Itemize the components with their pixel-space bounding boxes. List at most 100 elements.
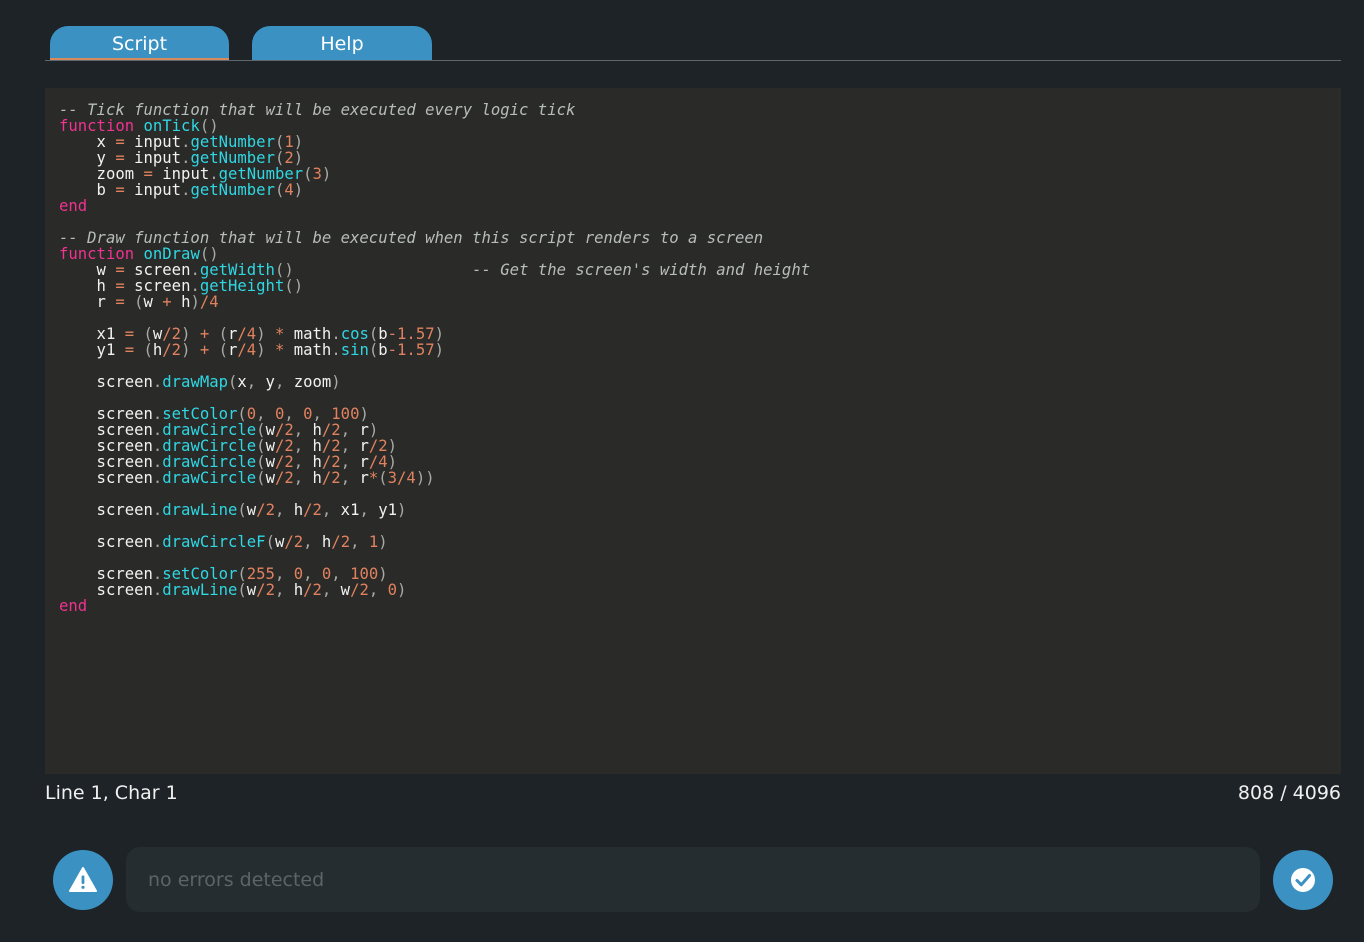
code-token: 2	[359, 581, 369, 599]
code-token: ,	[340, 469, 351, 487]
code-token: (	[368, 341, 379, 359]
code-token: /	[256, 501, 266, 519]
code-token: math	[284, 341, 332, 359]
code-token: 2	[284, 469, 294, 487]
code-token: drawLine	[162, 501, 238, 519]
code-token: sin	[340, 341, 369, 359]
code-token: zoom	[284, 373, 332, 391]
code-line: x = input.getNumber(1)	[59, 134, 810, 150]
code-token: (	[134, 293, 144, 311]
code-token: .	[331, 341, 341, 359]
code-line: screen.drawCircle(w/2, h/2, r/4)	[59, 454, 810, 470]
code-token: /	[199, 293, 210, 311]
code-token: 4	[209, 293, 219, 311]
code-token: end	[59, 197, 88, 215]
tab-help-label: Help	[320, 33, 364, 55]
code-token: .	[152, 533, 163, 551]
code-line: screen.drawCircleF(w/2, h/2, 1)	[59, 534, 810, 550]
code-token: 2	[265, 501, 275, 519]
code-line: screen.drawCircle(w/2, h/2, r/2)	[59, 438, 810, 454]
code-token: w	[143, 293, 163, 311]
code-token: -- Get the screen's width and height	[472, 261, 811, 279]
code-token: y1	[59, 341, 125, 359]
code-token: 2	[293, 533, 304, 551]
code-token: ,	[293, 469, 304, 487]
code-token: /	[321, 469, 332, 487]
code-token: (	[303, 165, 313, 183]
code-token: (	[378, 469, 388, 487]
code-token: w	[331, 581, 351, 599]
code-token: h	[284, 501, 304, 519]
code-token: =	[124, 341, 135, 359]
code-token: r	[350, 469, 369, 487]
code-token: drawLine	[162, 581, 238, 599]
tab-script[interactable]: Script	[50, 26, 229, 60]
code-line: function onDraw()	[59, 246, 810, 262]
code-token: 2	[265, 581, 275, 599]
character-count: 808 / 4096	[1237, 782, 1341, 804]
code-token: .	[152, 469, 163, 487]
code-token: h	[171, 293, 191, 311]
code-token: drawCircleF	[162, 533, 266, 551]
code-token: ,	[321, 581, 332, 599]
tabs-divider	[45, 60, 1341, 61]
code-token: w	[274, 533, 285, 551]
code-token: ,	[321, 501, 332, 519]
code-token: *	[368, 469, 379, 487]
code-editor[interactable]: -- Tick function that will be executed e…	[45, 88, 1341, 774]
code-token: 2	[340, 533, 351, 551]
code-token: ,	[274, 373, 285, 391]
code-token: =	[115, 181, 125, 199]
code-token: +	[162, 293, 172, 311]
code-text[interactable]: -- Tick function that will be executed e…	[59, 102, 810, 614]
code-token: h	[312, 533, 332, 551]
code-line: screen.drawMap(x, y, zoom)	[59, 374, 810, 390]
code-token: )	[256, 341, 266, 359]
code-token: r	[59, 293, 116, 311]
code-token: ,	[303, 533, 313, 551]
code-token: r	[228, 341, 238, 359]
code-token: input	[124, 181, 182, 199]
code-line: screen.setColor(0, 0, 0, 100)	[59, 406, 810, 422]
cursor-position: Line 1, Char 1	[45, 782, 178, 804]
code-token: h	[152, 341, 163, 359]
code-token: w	[265, 469, 275, 487]
check-icon	[1291, 868, 1315, 892]
code-token: w	[246, 581, 257, 599]
code-line: screen.drawLine(w/2, h/2, x1, y1)	[59, 502, 810, 518]
code-token: x1	[331, 501, 360, 519]
code-token: y	[256, 373, 275, 391]
code-token: /	[284, 533, 294, 551]
code-token: /	[303, 501, 313, 519]
confirm-button[interactable]	[1273, 850, 1333, 910]
code-token: x	[237, 373, 247, 391]
code-token: 4	[284, 181, 294, 199]
error-output-text: no errors detected	[148, 868, 325, 891]
code-token: ))	[415, 469, 435, 487]
code-token: (	[237, 501, 247, 519]
code-line: b = input.getNumber(4)	[59, 182, 810, 198]
code-line: zoom = input.getNumber(3)	[59, 166, 810, 182]
code-token: ,	[274, 581, 285, 599]
code-token: (	[265, 533, 275, 551]
code-token: (	[218, 341, 229, 359]
code-token: /	[303, 581, 313, 599]
code-token: ()	[284, 277, 304, 295]
code-token: 2	[331, 469, 341, 487]
code-line: -- Draw function that will be executed w…	[59, 230, 810, 246]
code-token: drawMap	[162, 373, 228, 391]
code-token: /	[256, 581, 266, 599]
code-line: y = input.getNumber(2)	[59, 150, 810, 166]
code-token: ,	[368, 581, 388, 599]
warning-button[interactable]	[53, 850, 113, 910]
tab-help[interactable]: Help	[252, 26, 432, 60]
code-line: r = (w + h)/4	[59, 294, 810, 310]
code-token: getNumber	[190, 181, 275, 199]
code-token: )	[293, 181, 304, 199]
